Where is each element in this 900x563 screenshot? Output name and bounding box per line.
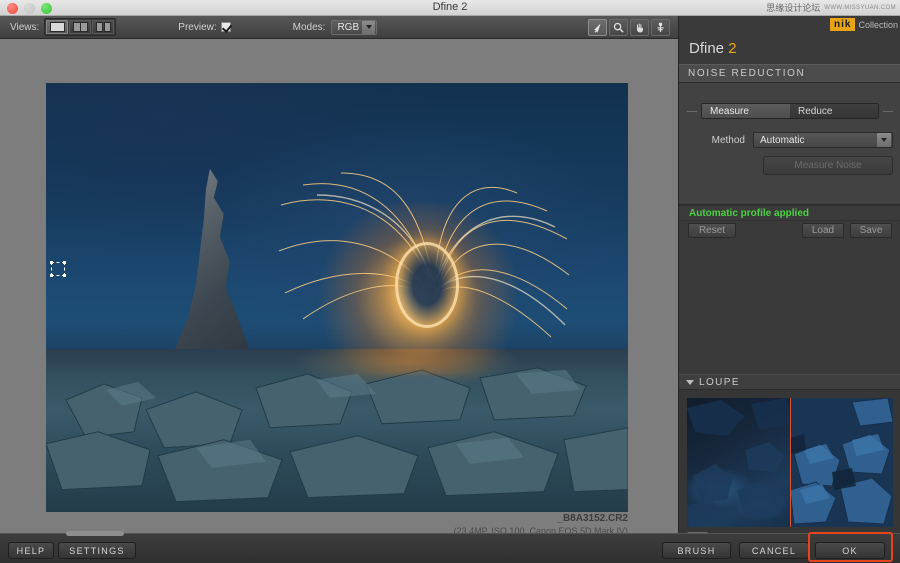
load-label: Load	[811, 224, 835, 236]
loupe-preview[interactable]	[687, 398, 893, 527]
measure-reduce-tab-row: Measure Reduce	[687, 103, 893, 119]
tab-reduce[interactable]: Reduce	[790, 104, 878, 118]
control-point-tool-button[interactable]	[651, 18, 670, 36]
window-title-bar: Dfine 2 思缘设计论坛 WWW.MISSYUAN.COM	[0, 0, 900, 16]
ok-button[interactable]: OK	[815, 542, 885, 559]
profile-status-text: Automatic profile applied	[689, 207, 810, 219]
save-button[interactable]: Save	[850, 222, 892, 238]
control-point-icon	[657, 22, 664, 32]
modes-label: Modes:	[292, 21, 326, 33]
views-label: Views:	[10, 21, 40, 33]
horizontal-scroll-thumb[interactable]	[66, 531, 124, 536]
chevron-down-icon	[877, 133, 891, 147]
split-view-icon	[72, 22, 88, 32]
magnifier-icon	[613, 22, 624, 33]
profile-status-strip: Automatic profile applied	[679, 205, 900, 221]
ok-label: OK	[842, 545, 858, 556]
tab-measure[interactable]: Measure	[702, 104, 790, 118]
view-mode-split[interactable]	[69, 20, 92, 34]
right-control-panel: nik Collection Dfine 2 NOISE REDUCTION M…	[678, 16, 900, 549]
measure-selection-marker[interactable]	[50, 261, 66, 277]
zoom-tool-button[interactable]	[609, 18, 628, 36]
help-label: HELP	[16, 545, 46, 556]
loupe-section-header[interactable]: LOUPE	[679, 374, 900, 390]
plugin-name: Dfine	[689, 40, 725, 57]
load-button[interactable]: Load	[802, 222, 844, 238]
nik-brand-mark: nik	[830, 18, 856, 31]
hand-icon	[636, 22, 644, 33]
tab-rule-right	[883, 110, 893, 112]
preview-image[interactable]	[46, 83, 628, 512]
method-row: Method Automatic	[687, 132, 893, 148]
cancel-label: CANCEL	[751, 545, 797, 556]
save-label: Save	[859, 224, 883, 236]
measure-noise-label: Measure Noise	[794, 160, 862, 171]
window-title: Dfine 2	[432, 1, 468, 13]
pan-tool-button[interactable]	[630, 18, 649, 36]
mode-select[interactable]: RGB	[331, 19, 378, 35]
watermark-chinese-text: 思缘设计论坛	[766, 3, 821, 13]
plugin-title: Dfine 2	[689, 40, 737, 57]
reset-label: Reset	[698, 224, 726, 236]
tab-reduce-label: Reduce	[798, 105, 833, 117]
panel-empty-area	[679, 239, 900, 374]
image-filename: _B8A3152.CR2	[557, 513, 628, 524]
loupe-after-half	[790, 398, 893, 527]
loupe-split-divider[interactable]	[790, 398, 791, 527]
nik-collection-logo: nik Collection	[830, 18, 898, 31]
loupe-title: LOUPE	[699, 376, 740, 388]
tool-buttons-group	[588, 18, 670, 36]
preview-label: Preview:	[178, 21, 217, 33]
nik-brand-word: Collection	[858, 19, 898, 30]
brush-button[interactable]: BRUSH	[662, 542, 731, 559]
tab-measure-label: Measure	[710, 105, 749, 117]
cancel-button[interactable]: CANCEL	[739, 542, 809, 559]
view-mode-side-by-side[interactable]	[92, 20, 115, 34]
pointer-icon	[594, 23, 601, 33]
noise-reduction-section-header[interactable]: NOISE REDUCTION	[679, 64, 900, 83]
help-button[interactable]: HELP	[8, 542, 54, 559]
forum-watermark: 思缘设计论坛 WWW.MISSYUAN.COM	[766, 1, 896, 14]
loupe-before-half	[687, 398, 790, 527]
tab-rule-left	[687, 110, 697, 112]
measure-reduce-tabs: Measure Reduce	[701, 103, 879, 119]
method-label: Method	[711, 134, 745, 146]
image-canvas[interactable]: _B8A3152.CR2 (23.4MP, ISO 100, Canon EOS…	[0, 39, 678, 546]
method-select-value: Automatic	[760, 134, 805, 146]
chevron-down-icon	[362, 20, 376, 34]
noise-reduction-title: NOISE REDUCTION	[688, 68, 806, 79]
loupe-section-body	[679, 390, 900, 549]
measure-noise-button[interactable]: Measure Noise	[763, 156, 893, 175]
profile-button-row: Reset Load Save	[679, 221, 900, 239]
chevron-down-icon	[686, 379, 694, 385]
brush-label: BRUSH	[677, 545, 716, 556]
reset-button[interactable]: Reset	[688, 222, 736, 238]
watermark-url-text: WWW.MISSYUAN.COM	[824, 4, 896, 11]
plugin-version: 2	[728, 40, 737, 57]
mode-select-value: RGB	[337, 21, 360, 33]
view-mode-group	[44, 18, 117, 36]
side-by-side-view-icon	[95, 22, 111, 32]
settings-label: SETTINGS	[69, 545, 125, 556]
main-toolbar: Views: Preview: Modes: RGB	[0, 16, 678, 39]
photo-fire-ring	[395, 241, 460, 328]
preview-checkbox[interactable]	[220, 22, 231, 32]
single-view-icon	[49, 22, 65, 32]
dfine-application-window: Dfine 2 思缘设计论坛 WWW.MISSYUAN.COM Views: P…	[0, 0, 900, 563]
view-mode-single[interactable]	[46, 20, 69, 34]
preview-toggle-group[interactable]: Preview:	[178, 21, 231, 33]
settings-button[interactable]: SETTINGS	[58, 542, 136, 559]
pointer-tool-button[interactable]	[588, 18, 607, 36]
method-select[interactable]: Automatic	[753, 132, 893, 148]
noise-reduction-section-body: Measure Reduce Method Automatic Measure …	[679, 83, 900, 205]
modes-group: Modes: RGB	[292, 19, 378, 35]
bottom-action-bar: HELP SETTINGS BRUSH CANCEL OK	[0, 533, 900, 563]
